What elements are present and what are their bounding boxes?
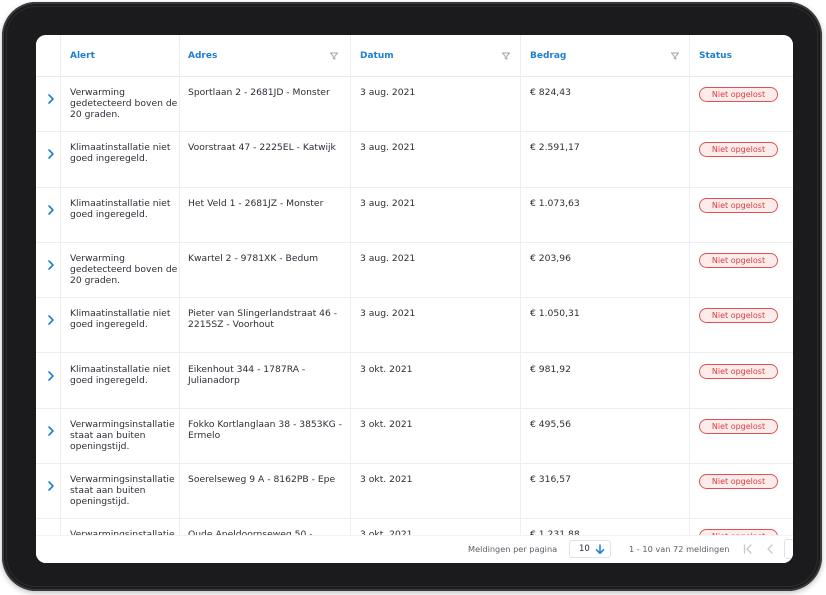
bedrag-cell: € 203,96: [530, 252, 571, 264]
table-row[interactable]: Klimaatinstallatie niet goed ingeregeld.…: [36, 188, 793, 243]
adres-cell: Fokko Kortlanglaan 38 - 3853KG - Ermelo: [188, 418, 343, 441]
alerts-table-screen: Alert Adres Datum Bedrag Status Verwarmi…: [36, 35, 793, 563]
column-header-label: Bedrag: [530, 51, 567, 61]
alert-cell: Klimaatinstallatie niet goed ingeregeld.: [70, 363, 171, 386]
alert-cell: Klimaatinstallatie niet goed ingeregeld.: [70, 308, 171, 331]
datum-cell: 3 okt. 2021: [360, 474, 413, 486]
bedrag-cell: € 824,43: [530, 87, 571, 98]
chevron-right-icon[interactable]: [46, 425, 56, 437]
column-header-bedrag[interactable]: Bedrag: [530, 35, 689, 77]
datum-cell: 3 aug. 2021: [360, 197, 416, 209]
status-badge: Niet opgelost: [699, 308, 778, 324]
alert-cell: Verwarming gedetecteerd boven de 20 grad…: [70, 87, 178, 120]
status-badge: Niet opgelost: [699, 363, 778, 379]
alert-cell: Verwarming gedetecteerd boven de 20 grad…: [70, 252, 178, 286]
adres-cell: Eikenhout 344 - 1787RA - Julianadorp: [188, 363, 306, 386]
table-row[interactable]: Klimaatinstallatie niet goed ingeregeld.…: [36, 132, 793, 188]
chevron-right-icon[interactable]: [46, 314, 56, 326]
datum-cell: 3 aug. 2021: [360, 87, 416, 98]
column-header-label: Status: [699, 51, 732, 61]
next-page-button[interactable]: [784, 539, 793, 559]
status-badge: Niet opgelost: [699, 474, 778, 490]
adres-cell: Pieter van Slingerlandstraat 46 - 2215SZ…: [188, 308, 338, 331]
filter-icon[interactable]: [671, 52, 679, 60]
bedrag-cell: € 2.591,17: [530, 142, 580, 154]
alert-cell: Verwarmingsinstallatie staat aan buiten …: [70, 474, 175, 508]
per-page-select[interactable]: 10: [569, 540, 611, 558]
chevron-right-icon[interactable]: [46, 93, 56, 105]
chevron-right-icon[interactable]: [46, 480, 56, 492]
adres-cell: Kwartel 2 - 9781XK - Bedum: [188, 252, 319, 264]
adres-cell: Het Veld 1 - 2681JZ - Monster: [188, 197, 324, 209]
alert-cell: Verwarmingsinstallatie staat aan buiten …: [70, 418, 175, 452]
first-page-icon[interactable]: [742, 542, 754, 556]
table-row[interactable]: Verwarmingsinstallatie staat aan buiten …: [36, 409, 793, 465]
chevron-right-icon[interactable]: [46, 370, 56, 382]
datum-cell: 3 aug. 2021: [360, 142, 416, 154]
column-header-alert[interactable]: Alert: [70, 35, 180, 77]
datum-cell: 3 aug. 2021: [360, 252, 416, 264]
column-header-adres[interactable]: Adres: [188, 35, 348, 77]
table-row[interactable]: Verwarming gedetecteerd boven de 20 grad…: [36, 77, 793, 133]
filter-icon[interactable]: [502, 52, 510, 60]
status-badge: Niet opgelost: [699, 252, 778, 268]
datum-cell: 3 aug. 2021: [360, 308, 416, 320]
status-badge: Niet opgelost: [699, 197, 778, 213]
alert-cell: Klimaatinstallatie niet goed ingeregeld.: [70, 197, 171, 220]
table-row[interactable]: Verwarming gedetecteerd boven de 20 grad…: [36, 243, 793, 299]
column-header-status[interactable]: Status: [699, 35, 789, 77]
bedrag-cell: € 495,56: [530, 418, 571, 430]
datum-cell: 3 okt. 2021: [360, 363, 413, 375]
table-row[interactable]: Klimaatinstallatie niet goed ingeregeld.…: [36, 298, 793, 354]
arrow-down-icon: [595, 544, 605, 555]
adres-cell: Voorstraat 47 - 2225EL - Katwijk: [188, 142, 336, 154]
alert-cell: Klimaatinstallatie niet goed ingeregeld.: [70, 142, 171, 165]
bedrag-cell: € 1.050,31: [530, 308, 580, 320]
adres-cell: Sportlaan 2 - 2681JD - Monster: [188, 87, 330, 98]
chevron-right-icon[interactable]: [46, 148, 56, 160]
per-page-value: 10: [579, 544, 590, 554]
chevron-right-icon[interactable]: [46, 259, 56, 271]
bedrag-cell: € 316,57: [530, 474, 571, 486]
bedrag-cell: € 981,92: [530, 363, 571, 375]
bedrag-cell: € 1.073,63: [530, 197, 580, 209]
chevron-left-icon[interactable]: [764, 542, 776, 556]
table-pagination: Meldingen per pagina 10 1 - 10 van 72 me…: [36, 535, 793, 563]
status-badge: Niet opgelost: [699, 418, 778, 434]
tablet-frame: Alert Adres Datum Bedrag Status Verwarmi…: [2, 2, 822, 591]
column-header-label: Adres: [188, 51, 218, 61]
status-badge: Niet opgelost: [699, 87, 778, 102]
chevron-right-icon[interactable]: [46, 204, 56, 216]
table-row[interactable]: Verwarmingsinstallatie staat aan buiten …: [36, 464, 793, 520]
column-header-label: Alert: [70, 51, 95, 61]
table-row[interactable]: Klimaatinstallatie niet goed ingeregeld.…: [36, 354, 793, 409]
per-page-label: Meldingen per pagina: [468, 544, 558, 554]
table-header: Alert Adres Datum Bedrag Status: [36, 35, 793, 77]
adres-cell: Soerelseweg 9 A - 8162PB - Epe: [188, 474, 336, 486]
datum-cell: 3 okt. 2021: [360, 418, 413, 430]
status-badge: Niet opgelost: [699, 142, 778, 158]
column-header-datum[interactable]: Datum: [360, 35, 520, 77]
pagination-range: 1 - 10 van 72 meldingen: [629, 544, 730, 554]
filter-icon[interactable]: [330, 52, 338, 60]
column-header-label: Datum: [360, 51, 394, 61]
